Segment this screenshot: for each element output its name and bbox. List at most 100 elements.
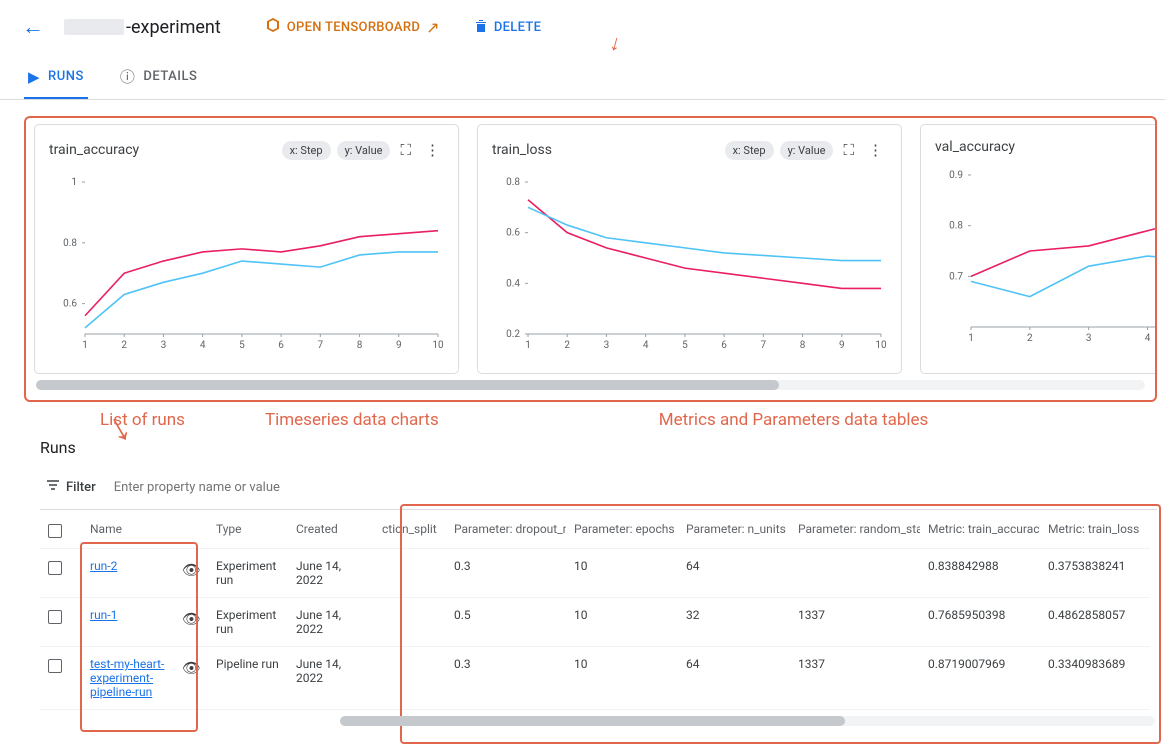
- row-dropout: 0.5: [446, 598, 566, 647]
- svg-text:5: 5: [682, 340, 688, 351]
- trash-icon: [474, 18, 488, 37]
- row-random: 1337: [790, 598, 920, 647]
- row-split: [374, 647, 446, 710]
- svg-text:3: 3: [1086, 333, 1092, 344]
- col-dropout[interactable]: Parameter: dropout_rate: [446, 512, 566, 549]
- charts-scrollbar[interactable]: [36, 380, 1145, 390]
- svg-text:0.6: 0.6: [63, 299, 77, 310]
- svg-text:2: 2: [1027, 333, 1033, 344]
- col-split[interactable]: ction_split: [374, 512, 446, 549]
- row-random: [790, 549, 920, 598]
- svg-text:8: 8: [800, 340, 806, 351]
- play-icon: ▶: [28, 68, 40, 86]
- col-checkbox: [40, 512, 70, 549]
- row-name[interactable]: run-1: [82, 598, 174, 647]
- fullscreen-icon[interactable]: ⛶: [839, 137, 858, 163]
- filter-button[interactable]: Filter: [40, 475, 102, 499]
- svg-text:10: 10: [432, 340, 444, 351]
- col-name[interactable]: Name: [82, 512, 174, 549]
- svg-text:7: 7: [318, 340, 324, 351]
- row-nunits: 32: [678, 598, 790, 647]
- svg-text:0.7: 0.7: [949, 271, 963, 282]
- annot-ts-charts: Timeseries data charts: [265, 410, 439, 430]
- col-nunits[interactable]: Parameter: n_units: [678, 512, 790, 549]
- external-link-icon: ↗: [426, 18, 440, 37]
- row-type: Pipeline run: [208, 647, 288, 710]
- delete-label: DELETE: [494, 20, 541, 35]
- chart-y-pill[interactable]: y: Value: [780, 141, 834, 160]
- svg-text:2: 2: [564, 340, 570, 351]
- chart-svg: 0.70.80.9123456: [935, 164, 1157, 354]
- svg-text:1: 1: [525, 340, 531, 351]
- row-visibility[interactable]: 👁: [174, 647, 208, 710]
- svg-text:2: 2: [121, 340, 127, 351]
- row-random: 1337: [790, 647, 920, 710]
- title-redacted: [64, 19, 124, 35]
- row-visibility[interactable]: 👁: [174, 549, 208, 598]
- svg-text:3: 3: [161, 340, 167, 351]
- row-epochs: 10: [566, 598, 678, 647]
- svg-text:0.8: 0.8: [63, 238, 77, 249]
- delete-button[interactable]: DELETE: [464, 12, 551, 43]
- row-split: [374, 598, 446, 647]
- svg-text:1: 1: [71, 177, 77, 188]
- chart-title: train_accuracy: [49, 142, 139, 158]
- row-nunits: 64: [678, 647, 790, 710]
- filter-input[interactable]: [112, 479, 1157, 496]
- chart-card-train-loss: train_loss x: Step y: Value ⛶ ⋮ 0.20.40.…: [477, 124, 902, 374]
- row-created: June 14, 2022: [288, 598, 374, 647]
- scrollbar-thumb[interactable]: [36, 380, 779, 390]
- svg-text:6: 6: [721, 340, 727, 351]
- row-dropout: 0.3: [446, 647, 566, 710]
- row-created: June 14, 2022: [288, 647, 374, 710]
- select-all-checkbox[interactable]: [48, 524, 62, 538]
- col-random[interactable]: Parameter: random_state: [790, 512, 920, 549]
- eye-icon: 👁: [182, 561, 201, 579]
- eye-icon: 👁: [182, 659, 201, 677]
- table-scrollbar[interactable]: [340, 716, 1155, 726]
- scrollbar-thumb[interactable]: [340, 716, 845, 726]
- row-name[interactable]: run-2: [82, 549, 174, 598]
- row-type: Experiment run: [208, 549, 288, 598]
- col-type[interactable]: Type: [208, 512, 288, 549]
- row-split: [374, 549, 446, 598]
- row-checkbox[interactable]: [40, 647, 70, 710]
- col-trainacc[interactable]: Metric: train_accuracy: [920, 512, 1040, 549]
- tab-runs[interactable]: ▶ RUNS: [24, 58, 88, 99]
- row-visibility[interactable]: 👁: [174, 598, 208, 647]
- chart-row: train_accuracy x: Step y: Value ⛶ ⋮ 0.6 0…: [34, 124, 1157, 374]
- svg-text:0.8: 0.8: [506, 177, 520, 188]
- col-trainloss[interactable]: Metric: train_loss: [1040, 512, 1150, 549]
- table-wrapper: Name TypeCreatedction_splitParameter: dro…: [40, 512, 1157, 726]
- chart-x-pill[interactable]: x: Step: [725, 141, 774, 160]
- row-trainloss: 0.4862858057: [1040, 598, 1150, 647]
- chart-y-pill[interactable]: y: Value: [337, 141, 391, 160]
- open-tensorboard-label: OPEN TENSORBOARD: [287, 20, 420, 35]
- fullscreen-icon[interactable]: ⛶: [396, 137, 415, 163]
- more-vert-icon[interactable]: ⋮: [864, 137, 887, 163]
- chart-x-pill[interactable]: x: Step: [282, 141, 331, 160]
- runs-section: Runs Filter NameTypeCreatedction_splitPa…: [0, 438, 1165, 738]
- row-type: Experiment run: [208, 598, 288, 647]
- runs-heading: Runs: [40, 438, 1157, 457]
- svg-text:1: 1: [82, 340, 88, 351]
- tab-runs-label: RUNS: [48, 69, 84, 84]
- chart-card-val-accuracy: val_accuracy x: Step 0.70.80.9123456: [920, 124, 1157, 374]
- back-arrow-icon[interactable]: ←: [16, 10, 50, 44]
- row-name[interactable]: test-my-heart-experiment-pipeline-run: [82, 647, 174, 710]
- more-vert-icon[interactable]: ⋮: [421, 137, 444, 163]
- row-dropout: 0.3: [446, 549, 566, 598]
- chart-svg: 0.20.40.60.812345678910: [492, 171, 887, 361]
- charts-region: train_accuracy x: Step y: Value ⛶ ⋮ 0.6 0…: [24, 116, 1157, 402]
- svg-text:4: 4: [1145, 333, 1151, 344]
- col-created[interactable]: Created: [288, 512, 374, 549]
- tab-details[interactable]: ⓘ DETAILS: [116, 58, 202, 99]
- row-epochs: 10: [566, 549, 678, 598]
- annot-metrics-tables: Metrics and Parameters data tables: [659, 410, 929, 430]
- tensorboard-icon: [265, 17, 281, 37]
- open-tensorboard-button[interactable]: OPEN TENSORBOARD ↗: [255, 11, 450, 43]
- col-epochs[interactable]: Parameter: epochs: [566, 512, 678, 549]
- svg-text:8: 8: [357, 340, 363, 351]
- row-checkbox[interactable]: [40, 549, 70, 598]
- row-checkbox[interactable]: [40, 598, 70, 647]
